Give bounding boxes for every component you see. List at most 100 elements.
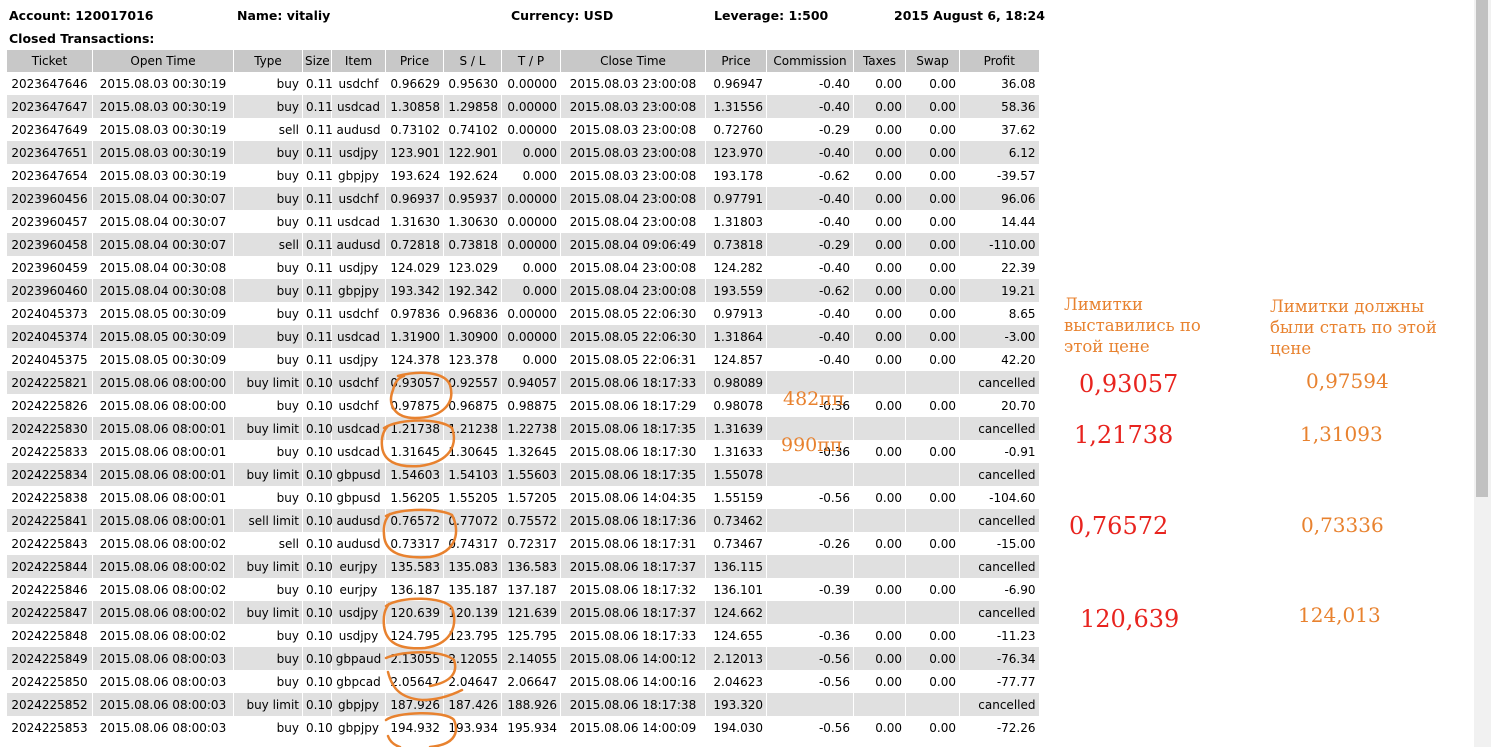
cell-open-time: 2015.08.03 00:30:19 xyxy=(92,141,234,164)
cell-stop-loss: 0.74317 xyxy=(443,532,502,555)
cell-open-time: 2015.08.06 08:00:03 xyxy=(92,716,234,739)
column-header-type: Type xyxy=(233,50,303,72)
cell-open-price: 124.795 xyxy=(385,624,444,647)
cell-open-price: 124.378 xyxy=(385,348,444,371)
cell-open-time: 2015.08.06 08:00:03 xyxy=(92,693,234,716)
cell-item: gbpaud xyxy=(331,647,386,670)
cell-close-price: 1.31556 xyxy=(705,95,767,118)
cell-taxes: 0.00 xyxy=(853,302,906,325)
cell-close-time: 2015.08.06 18:17:31 xyxy=(560,532,706,555)
cell-close-time: 2015.08.06 18:17:32 xyxy=(560,578,706,601)
cell-item: audusd xyxy=(331,233,386,256)
cell-size: 0.10 xyxy=(302,509,333,532)
cell-close-time: 2015.08.04 23:00:08 xyxy=(560,279,706,302)
cell-size: 0.10 xyxy=(302,647,333,670)
cell-ticket: 2024225821 xyxy=(6,371,93,394)
cell-open-price: 0.73102 xyxy=(385,118,444,141)
cell-close-price: 1.31803 xyxy=(705,210,767,233)
cell-commission xyxy=(766,463,854,486)
cell-item: usdjpy xyxy=(331,256,386,279)
cell-type: buy limit xyxy=(233,371,303,394)
cell-swap xyxy=(905,693,960,716)
cell-swap: 0.00 xyxy=(905,233,960,256)
cell-stop-loss: 1.30645 xyxy=(443,440,502,463)
table-row: 2024225843 2015.08.06 08:00:02 sell 0.10 aud… xyxy=(6,532,1039,555)
cell-profit: 42.20 xyxy=(959,348,1039,371)
cell-profit: -39.57 xyxy=(959,164,1039,187)
cell-swap xyxy=(905,463,960,486)
cell-close-time: 2015.08.03 23:00:08 xyxy=(560,95,706,118)
cell-profit: -77.77 xyxy=(959,670,1039,693)
cell-open-time: 2015.08.04 00:30:07 xyxy=(92,210,234,233)
cell-stop-loss: 0.77072 xyxy=(443,509,502,532)
table-row: 2024045375 2015.08.05 00:30:09 buy 0.11 usdj… xyxy=(6,348,1039,371)
cell-taxes xyxy=(853,509,906,532)
cell-commission xyxy=(766,693,854,716)
cell-taxes xyxy=(853,371,906,394)
cell-profit: 19.21 xyxy=(959,279,1039,302)
cell-stop-loss: 192.342 xyxy=(443,279,502,302)
cell-take-profit: 0.00000 xyxy=(501,72,561,95)
cell-close-time: 2015.08.06 14:04:35 xyxy=(560,486,706,509)
placed-price-1: 0,93057 xyxy=(1079,370,1179,398)
cell-item: usdcad xyxy=(331,325,386,348)
cell-close-price: 1.55078 xyxy=(705,463,767,486)
scrollbar-thumb[interactable] xyxy=(1476,0,1488,497)
pips-annotation-1: 482пп xyxy=(783,388,845,410)
table-row: 2023960458 2015.08.04 00:30:07 sell 0.11 aud… xyxy=(6,233,1039,256)
cell-close-price: 124.857 xyxy=(705,348,767,371)
cell-open-price: 187.926 xyxy=(385,693,444,716)
cell-close-time: 2015.08.06 18:17:37 xyxy=(560,555,706,578)
cell-swap xyxy=(905,371,960,394)
expected-price-2: 1,31093 xyxy=(1300,422,1383,446)
cell-close-price: 0.97913 xyxy=(705,302,767,325)
cell-stop-loss: 0.74102 xyxy=(443,118,502,141)
cell-taxes: 0.00 xyxy=(853,716,906,739)
cell-size: 0.11 xyxy=(302,233,333,256)
cell-take-profit: 0.00000 xyxy=(501,302,561,325)
cell-open-price: 124.029 xyxy=(385,256,444,279)
cell-close-time: 2015.08.04 23:00:08 xyxy=(560,210,706,233)
cell-size: 0.11 xyxy=(302,164,333,187)
cell-size: 0.11 xyxy=(302,256,333,279)
cell-profit: -104.60 xyxy=(959,486,1039,509)
cell-open-price: 0.97875 xyxy=(385,394,444,417)
cell-ticket: 2024225852 xyxy=(6,693,93,716)
cell-take-profit: 2.06647 xyxy=(501,670,561,693)
column-header-close-price: Price xyxy=(705,50,767,72)
cell-ticket: 2023647649 xyxy=(6,118,93,141)
cell-open-price: 0.72818 xyxy=(385,233,444,256)
section-title: Closed Transactions: xyxy=(9,31,155,46)
expected-price-1: 0,97594 xyxy=(1306,369,1389,393)
table-row: 2023960460 2015.08.04 00:30:08 buy 0.11 gbpj… xyxy=(6,279,1039,302)
cell-item: audusd xyxy=(331,532,386,555)
cell-close-price: 124.655 xyxy=(705,624,767,647)
vertical-scrollbar[interactable] xyxy=(1474,0,1491,747)
cell-item: usdjpy xyxy=(331,624,386,647)
cell-ticket: 2024225849 xyxy=(6,647,93,670)
cell-swap: 0.00 xyxy=(905,187,960,210)
cell-ticket: 2024045374 xyxy=(6,325,93,348)
table-row: 2023647654 2015.08.03 00:30:19 buy 0.11 gbpj… xyxy=(6,164,1039,187)
cell-stop-loss: 135.083 xyxy=(443,555,502,578)
cell-taxes xyxy=(853,417,906,440)
cell-item: usdchf xyxy=(331,72,386,95)
cell-ticket: 2023960460 xyxy=(6,279,93,302)
cell-close-time: 2015.08.06 18:17:33 xyxy=(560,371,706,394)
cell-swap: 0.00 xyxy=(905,164,960,187)
cell-type: buy limit xyxy=(233,693,303,716)
cell-type: buy limit xyxy=(233,601,303,624)
cell-profit: cancelled xyxy=(959,509,1039,532)
cell-taxes: 0.00 xyxy=(853,164,906,187)
cell-take-profit: 1.32645 xyxy=(501,440,561,463)
note-expected-price: Лимитки должны были стать по этой цене xyxy=(1270,297,1437,358)
cell-size: 0.11 xyxy=(302,325,333,348)
table-row: 2024225821 2015.08.06 08:00:00 buy limit 0.… xyxy=(6,371,1039,394)
cell-type: sell xyxy=(233,233,303,256)
cell-ticket: 2023960458 xyxy=(6,233,93,256)
cell-close-time: 2015.08.06 18:17:33 xyxy=(560,624,706,647)
cell-take-profit: 0.72317 xyxy=(501,532,561,555)
column-header-item: Item xyxy=(331,50,386,72)
cell-profit: 37.62 xyxy=(959,118,1039,141)
cell-close-time: 2015.08.06 18:17:38 xyxy=(560,693,706,716)
